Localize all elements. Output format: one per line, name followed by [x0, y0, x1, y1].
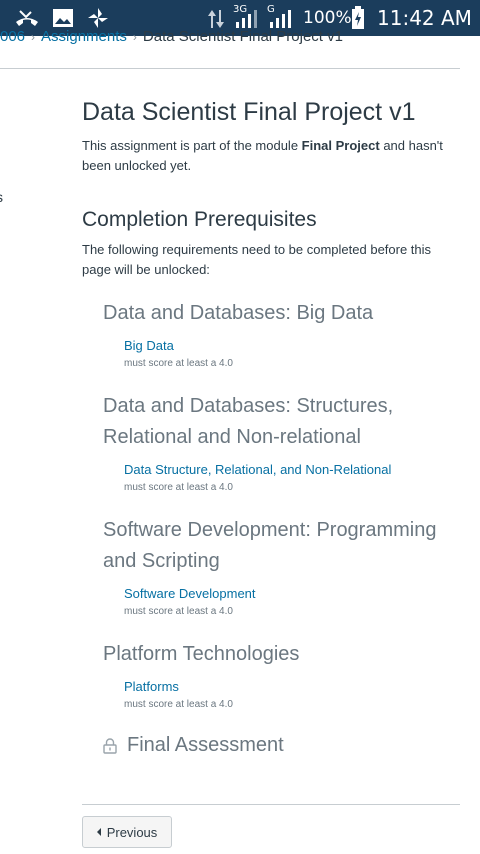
requirement-score: must score at least a 4.0 — [124, 358, 233, 369]
previous-button[interactable]: Previous — [82, 816, 172, 848]
requirement-score: must score at least a 4.0 — [124, 699, 233, 710]
requirement-score: must score at least a 4.0 — [124, 482, 233, 493]
prerequisites-description: The following requirements need to be co… — [82, 242, 432, 277]
module-title: Platform Technologies — [103, 643, 300, 665]
prerequisite-module: Software Development: Programming and Sc… — [103, 515, 460, 621]
missed-call-icon — [16, 10, 38, 26]
prerequisite-module: Platform Technologies Platforms must sco… — [103, 639, 460, 714]
chevron-right-icon: › — [132, 30, 137, 44]
prerequisite-module: Data and Databases: Big Data Big Data mu… — [103, 298, 460, 373]
breadcrumb: 006 › Assignments › Data Scientist Final Pro… — [0, 28, 480, 52]
previous-label: Previous — [106, 824, 158, 840]
clock-time: 11:42 AM — [377, 6, 472, 30]
breadcrumb-divider — [0, 68, 460, 69]
final-module-title: Final Assessment — [127, 734, 284, 756]
lock-icon — [103, 737, 117, 754]
signal-3g-icon — [236, 10, 257, 28]
requirement-link[interactable]: Big Data — [124, 337, 460, 355]
main-content: Data Scientist Final Project v1 This ass… — [82, 96, 460, 757]
module-title: Software Development: Programming and Sc… — [103, 519, 437, 572]
battery-percent: 100% — [303, 8, 352, 28]
sidebar-clipped-text: s — [0, 189, 3, 205]
chevron-right-icon: › — [31, 30, 36, 44]
intro-module: Final Project — [301, 138, 380, 153]
signal-g-icon — [270, 10, 291, 28]
module-title: Data and Databases: Structures, Relation… — [103, 395, 394, 448]
page-title: Data Scientist Final Project v1 — [82, 98, 416, 126]
requirement-link[interactable]: Software Development — [124, 585, 460, 603]
intro-prefix: This assignment is part of the module — [82, 138, 302, 153]
prerequisite-module: Data and Databases: Structures, Relation… — [103, 391, 460, 497]
requirement-item: Big Data must score at least a 4.0 — [124, 337, 460, 373]
caret-left-icon — [96, 828, 101, 836]
image-icon — [53, 9, 73, 27]
requirement-link[interactable]: Data Structure, Relational, and Non-Rela… — [124, 461, 460, 479]
locked-message: This assignment is part of the module Fi… — [82, 136, 460, 176]
requirement-item: Data Structure, Relational, and Non-Rela… — [124, 461, 460, 497]
data-arrows-icon — [208, 10, 224, 28]
final-module: Final Assessment — [103, 734, 460, 757]
footer-divider — [82, 804, 460, 805]
requirement-item: Software Development must score at least… — [124, 585, 460, 621]
requirement-item: Platforms must score at least a 4.0 — [124, 678, 460, 714]
prerequisites-heading: Completion Prerequisites — [82, 208, 317, 231]
module-title: Data and Databases: Big Data — [103, 302, 374, 324]
pinwheel-icon — [88, 8, 108, 28]
requirement-link[interactable]: Platforms — [124, 678, 460, 696]
requirement-score: must score at least a 4.0 — [124, 606, 233, 617]
breadcrumb-current: Data Scientist Final Project v1 — [142, 28, 343, 45]
breadcrumb-course[interactable]: 006 — [0, 28, 25, 45]
breadcrumb-assignments[interactable]: Assignments — [41, 28, 127, 45]
battery-charging-icon — [352, 6, 364, 29]
